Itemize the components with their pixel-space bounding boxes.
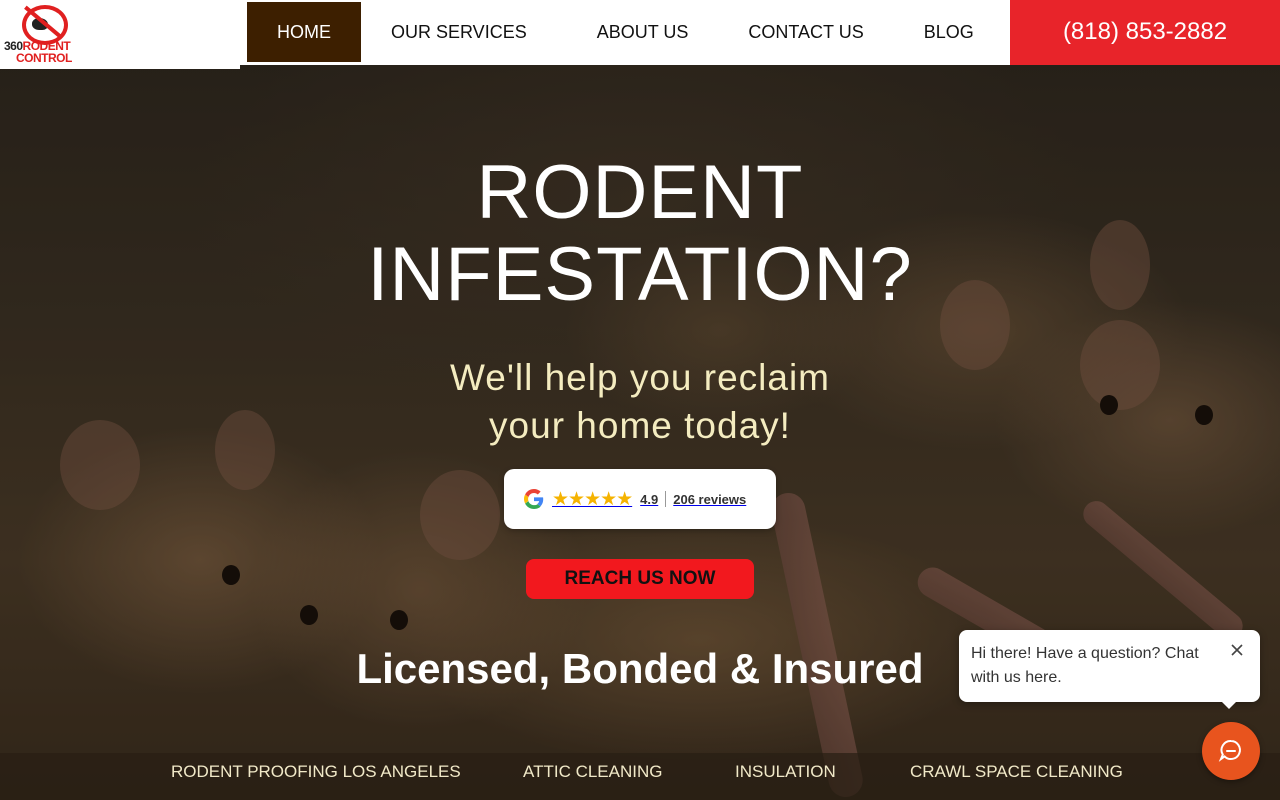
nav-blog[interactable]: BLOG — [924, 2, 974, 62]
service-link-attic-cleaning[interactable]: ATTIC CLEANING — [523, 753, 662, 791]
site-logo[interactable]: 360RODENT CONTROL — [0, 0, 240, 69]
hero-headline: RODENT INFESTATION? — [290, 152, 990, 316]
subheadline-line-2: your home today! — [489, 405, 791, 446]
reach-us-now-button[interactable]: REACH US NOW — [526, 559, 754, 599]
site-header: 360RODENT CONTROL HOME OUR SERVICES ABOU… — [0, 0, 1280, 69]
chat-icon — [1218, 740, 1241, 762]
logo-text: 360RODENT CONTROL — [4, 40, 94, 64]
service-link-rodent-proofing[interactable]: RODENT PROOFING LOS ANGELES — [171, 753, 461, 791]
star-rating-icons: ★★★★★ — [552, 488, 633, 510]
nav-contact-us[interactable]: CONTACT US — [748, 2, 863, 62]
divider — [665, 491, 667, 507]
licensed-bonded-insured-text: Licensed, Bonded & Insured — [356, 645, 924, 692]
subheadline-line-1: We'll help you reclaim — [449, 357, 831, 398]
chat-launcher-button[interactable] — [1202, 722, 1260, 780]
hero-subheadline: We'll help you reclaim your home today! — [390, 354, 890, 450]
nav-about-us[interactable]: ABOUT US — [597, 2, 689, 62]
nav-our-services[interactable]: OUR SERVICES — [391, 2, 527, 62]
service-links-bar: RODENT PROOFING LOS ANGELES ATTIC CLEANI… — [0, 753, 1280, 800]
close-icon[interactable] — [1229, 642, 1245, 658]
rating-value: 4.9 — [640, 491, 659, 507]
main-nav: HOME OUR SERVICES ABOUT US CONTACT US BL… — [247, 2, 974, 62]
nav-home[interactable]: HOME — [247, 2, 361, 62]
google-icon — [524, 489, 544, 509]
review-count: 206 reviews — [673, 491, 747, 507]
service-link-insulation[interactable]: INSULATION — [735, 753, 836, 791]
headline-line-1: RODENT — [476, 150, 804, 235]
phone-button[interactable]: (818) 853-2882 — [1010, 0, 1280, 65]
service-link-crawl-space-cleaning[interactable]: CRAWL SPACE CLEANING — [910, 753, 1123, 791]
chat-prompt-bubble[interactable]: Hi there! Have a question? Chat with us … — [959, 630, 1260, 709]
google-reviews-badge[interactable]: ★★★★★ 4.9 206 reviews — [504, 469, 776, 529]
headline-line-2: INFESTATION? — [367, 232, 913, 317]
logo-line2: CONTROL — [16, 51, 72, 65]
chat-prompt-text: Hi there! Have a question? Chat with us … — [971, 645, 1199, 686]
